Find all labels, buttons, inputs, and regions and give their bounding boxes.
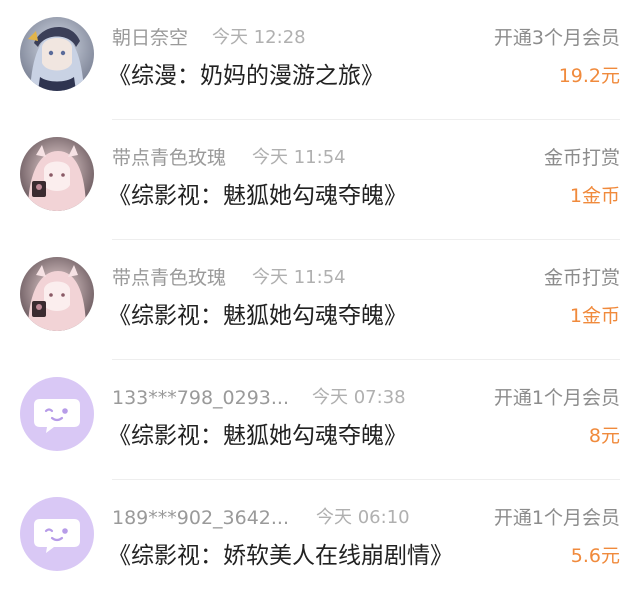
amount: 19.2元 <box>558 65 620 87</box>
user-name: 189***902_3642... <box>112 507 290 529</box>
book-title[interactable]: 《综漫：奶妈的漫游之旅》 <box>108 60 384 92</box>
user-name: 带点青色玫瑰 <box>112 267 227 289</box>
amount: 5.6元 <box>570 545 620 567</box>
user-avatar[interactable] <box>20 17 94 91</box>
transaction-type: 金币打赏 <box>543 147 620 169</box>
transaction-type: 开通3个月会员 <box>493 27 620 49</box>
timestamp: 今天 06:10 <box>316 507 410 528</box>
user-avatar[interactable] <box>20 497 94 571</box>
user-name: 朝日奈空 <box>112 27 189 49</box>
timestamp: 今天 11:54 <box>252 147 346 168</box>
user-avatar[interactable] <box>20 257 94 331</box>
amount: 1金币 <box>569 305 620 327</box>
transaction-type: 金币打赏 <box>543 267 620 289</box>
book-title[interactable]: 《综影视：魅狐她勾魂夺魄》 <box>108 420 407 452</box>
list-item[interactable]: 133***798_0293... 今天 07:38 开通1个月会员 《综影视：… <box>0 360 640 480</box>
book-title[interactable]: 《综影视：魅狐她勾魂夺魄》 <box>108 300 407 332</box>
list-item[interactable]: 带点青色玫瑰 今天 11:54 金币打赏 《综影视：魅狐她勾魂夺魄》 1金币 <box>0 240 640 360</box>
timestamp: 今天 12:28 <box>212 27 306 48</box>
user-name: 133***798_0293... <box>112 387 290 409</box>
user-name: 带点青色玫瑰 <box>112 147 227 169</box>
list-item[interactable]: 189***902_3642... 今天 06:10 开通1个月会员 《综影视：… <box>0 480 640 600</box>
amount: 8元 <box>588 425 620 447</box>
timestamp: 今天 07:38 <box>312 387 406 408</box>
transaction-type: 开通1个月会员 <box>493 507 620 529</box>
book-title[interactable]: 《综影视：娇软美人在线崩剧情》 <box>108 540 453 572</box>
user-avatar[interactable] <box>20 377 94 451</box>
list-item[interactable]: 朝日奈空 今天 12:28 开通3个月会员 《综漫：奶妈的漫游之旅》 19.2元 <box>0 0 640 120</box>
amount: 1金币 <box>569 185 620 207</box>
list-item[interactable]: 带点青色玫瑰 今天 11:54 金币打赏 《综影视：魅狐她勾魂夺魄》 1金币 <box>0 120 640 240</box>
timestamp: 今天 11:54 <box>252 267 346 288</box>
user-avatar[interactable] <box>20 137 94 211</box>
transaction-list: 朝日奈空 今天 12:28 开通3个月会员 《综漫：奶妈的漫游之旅》 19.2元 <box>0 0 640 600</box>
transaction-type: 开通1个月会员 <box>493 387 620 409</box>
book-title[interactable]: 《综影视：魅狐她勾魂夺魄》 <box>108 180 407 212</box>
